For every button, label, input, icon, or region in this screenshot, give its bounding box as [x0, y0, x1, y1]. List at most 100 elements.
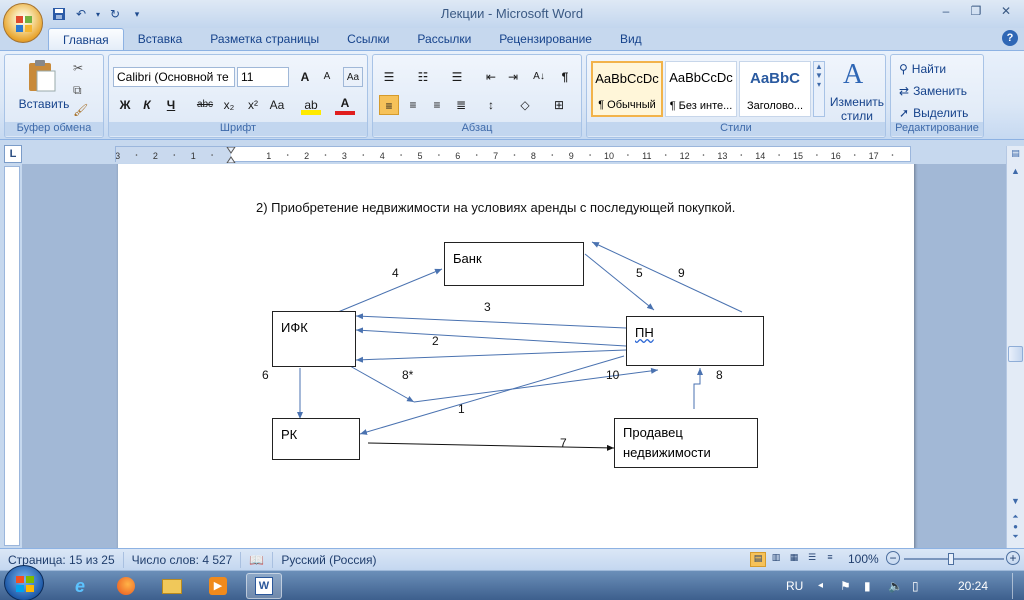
show-desktop-button[interactable]	[1012, 573, 1022, 599]
word-count[interactable]: Число слов: 4 527	[124, 551, 242, 568]
draft-icon[interactable]: ≡	[822, 552, 838, 567]
help-icon[interactable]: ?	[1002, 30, 1018, 46]
action-center-icon[interactable]: ⚑	[840, 571, 851, 600]
next-page-icon[interactable]: ⏷	[1008, 532, 1023, 544]
vertical-scrollbar[interactable]: ▤ ▲ ▼ ⏶ ● ⏷	[1006, 146, 1024, 548]
save-icon[interactable]	[50, 5, 68, 23]
style-normal[interactable]: AaBbCcDc ¶ Обычный	[591, 61, 663, 117]
italic-icon[interactable]: К	[137, 95, 157, 115]
tray-expand-icon[interactable]: ◂	[818, 571, 823, 600]
clock[interactable]: 20:24	[958, 571, 988, 600]
print-layout-icon[interactable]: ▤	[750, 552, 766, 567]
restore-icon[interactable]: ❐	[962, 2, 990, 20]
firefox-icon[interactable]	[108, 573, 144, 599]
document-page[interactable]: 2) Приобретение недвижимости на условиях…	[118, 164, 914, 548]
style-no-spacing[interactable]: AaBbCcDc ¶ Без инте...	[665, 61, 737, 117]
highlight-icon[interactable]: ab	[301, 95, 321, 115]
font-color-icon[interactable]: A	[335, 95, 355, 115]
volume-icon[interactable]: 🔈	[888, 571, 903, 600]
show-formatting-icon[interactable]: ¶	[555, 67, 575, 87]
undo-dropdown-icon[interactable]: ▾	[94, 5, 102, 23]
node-pn[interactable]: ПН	[626, 316, 764, 366]
bullets-icon[interactable]: ☰	[379, 67, 399, 87]
tab-review[interactable]: Рецензирование	[485, 28, 606, 50]
align-center-icon[interactable]: ≡	[403, 95, 423, 115]
outline-icon[interactable]: ☰	[804, 552, 820, 567]
replace-button[interactable]: ⇄ Заменить	[899, 81, 967, 101]
select-button[interactable]: ➚ Выделить	[899, 103, 968, 123]
underline-icon[interactable]: Ч	[161, 95, 181, 115]
scroll-thumb[interactable]	[1008, 346, 1023, 362]
language-indicator[interactable]: Русский (Россия)	[273, 552, 384, 568]
network-icon[interactable]: ▮	[864, 571, 871, 600]
superscript-icon[interactable]: x²	[243, 95, 263, 115]
cut-icon[interactable]: ✂	[73, 61, 83, 75]
sort-icon[interactable]: A↓	[529, 67, 549, 87]
justify-icon[interactable]: ≣	[451, 95, 471, 115]
minimize-icon[interactable]: –	[932, 2, 960, 20]
align-left-icon[interactable]: ≡	[379, 95, 399, 115]
bold-icon[interactable]: Ж	[115, 95, 135, 115]
borders-icon[interactable]: ⊞	[549, 95, 569, 115]
scroll-down-icon[interactable]: ▼	[1008, 496, 1023, 510]
web-layout-icon[interactable]: ▦	[786, 552, 802, 567]
grow-font-icon[interactable]: A	[295, 67, 315, 87]
style-heading[interactable]: AaBbC Заголово...	[739, 61, 811, 117]
increase-indent-icon[interactable]: ⇥	[503, 67, 523, 87]
clear-format-icon[interactable]: Aa	[343, 67, 363, 87]
document-area[interactable]: 2) Приобретение недвижимости на условиях…	[22, 164, 1006, 548]
tab-view[interactable]: Вид	[606, 28, 656, 50]
tab-page-layout[interactable]: Разметка страницы	[196, 28, 333, 50]
proofing-icon[interactable]: 📖	[241, 551, 274, 568]
shading-icon[interactable]: ◇	[515, 95, 535, 115]
ruler-toggle-icon[interactable]: ▤	[1008, 148, 1023, 162]
decrease-indent-icon[interactable]: ⇤	[481, 67, 501, 87]
copy-icon[interactable]: ⧉	[73, 83, 82, 98]
subscript-icon[interactable]: x₂	[219, 95, 239, 115]
styles-scroll[interactable]: ▲ ▼ ▾	[813, 61, 825, 117]
tab-insert[interactable]: Вставка	[124, 28, 197, 50]
multilevel-list-icon[interactable]: ☰	[447, 67, 467, 87]
tab-home[interactable]: Главная	[48, 28, 124, 50]
title-bar: Лекции - Microsoft Word ↶ ▾ ↻ ▾ – ❐ ✕	[0, 0, 1024, 28]
paste-button[interactable]: Вставить	[13, 59, 73, 119]
zoom-in-icon[interactable]: +	[1006, 551, 1020, 565]
node-seller[interactable]: Продавец недвижимости	[614, 418, 758, 468]
node-rk[interactable]: РК	[272, 418, 360, 460]
node-bank[interactable]: Банк	[444, 242, 584, 286]
tab-mailings[interactable]: Рассылки	[403, 28, 485, 50]
office-button[interactable]	[3, 3, 43, 43]
font-size-field[interactable]: 11	[237, 67, 289, 87]
ie-icon[interactable]: e	[62, 573, 98, 599]
numbering-icon[interactable]: ☷	[413, 67, 433, 87]
line-spacing-icon[interactable]: ↕	[481, 95, 501, 115]
undo-icon[interactable]: ↶	[72, 5, 90, 23]
start-button[interactable]	[4, 565, 44, 600]
find-button[interactable]: ⚲ Найти	[899, 59, 946, 79]
word-taskbar-icon[interactable]: W	[246, 573, 282, 599]
redo-icon[interactable]: ↻	[106, 5, 124, 23]
shrink-font-icon[interactable]: A	[317, 67, 337, 87]
zoom-out-icon[interactable]: −	[886, 551, 900, 565]
tab-references[interactable]: Ссылки	[333, 28, 403, 50]
vertical-ruler[interactable]	[4, 166, 20, 546]
explorer-icon[interactable]	[154, 573, 190, 599]
media-player-icon[interactable]: ▶	[200, 573, 236, 599]
font-name-field[interactable]: Calibri (Основной те	[113, 67, 235, 87]
change-case-icon[interactable]: Aa	[267, 95, 287, 115]
format-painter-icon[interactable]: 🖌	[73, 103, 88, 117]
strikethrough-icon[interactable]: abc	[195, 95, 215, 115]
language-tray[interactable]: RU	[786, 571, 803, 600]
align-right-icon[interactable]: ≡	[427, 95, 447, 115]
tab-selector[interactable]: L	[4, 145, 22, 163]
customize-qat-icon[interactable]: ▾	[128, 5, 146, 23]
zoom-slider[interactable]	[904, 553, 1004, 565]
full-screen-icon[interactable]: ▥	[768, 552, 784, 567]
close-icon[interactable]: ✕	[992, 2, 1020, 20]
battery-icon[interactable]: ▯	[912, 571, 919, 600]
zoom-level[interactable]: 100%	[848, 552, 879, 566]
scroll-up-icon[interactable]: ▲	[1008, 166, 1023, 180]
horizontal-ruler[interactable]: 3 2 1 1 2 3 4 5 6 7 8 9 10 11 12 13 14 15 16 17	[115, 146, 911, 164]
zoom-thumb[interactable]	[948, 553, 954, 565]
node-ifk[interactable]: ИФК	[272, 311, 356, 367]
